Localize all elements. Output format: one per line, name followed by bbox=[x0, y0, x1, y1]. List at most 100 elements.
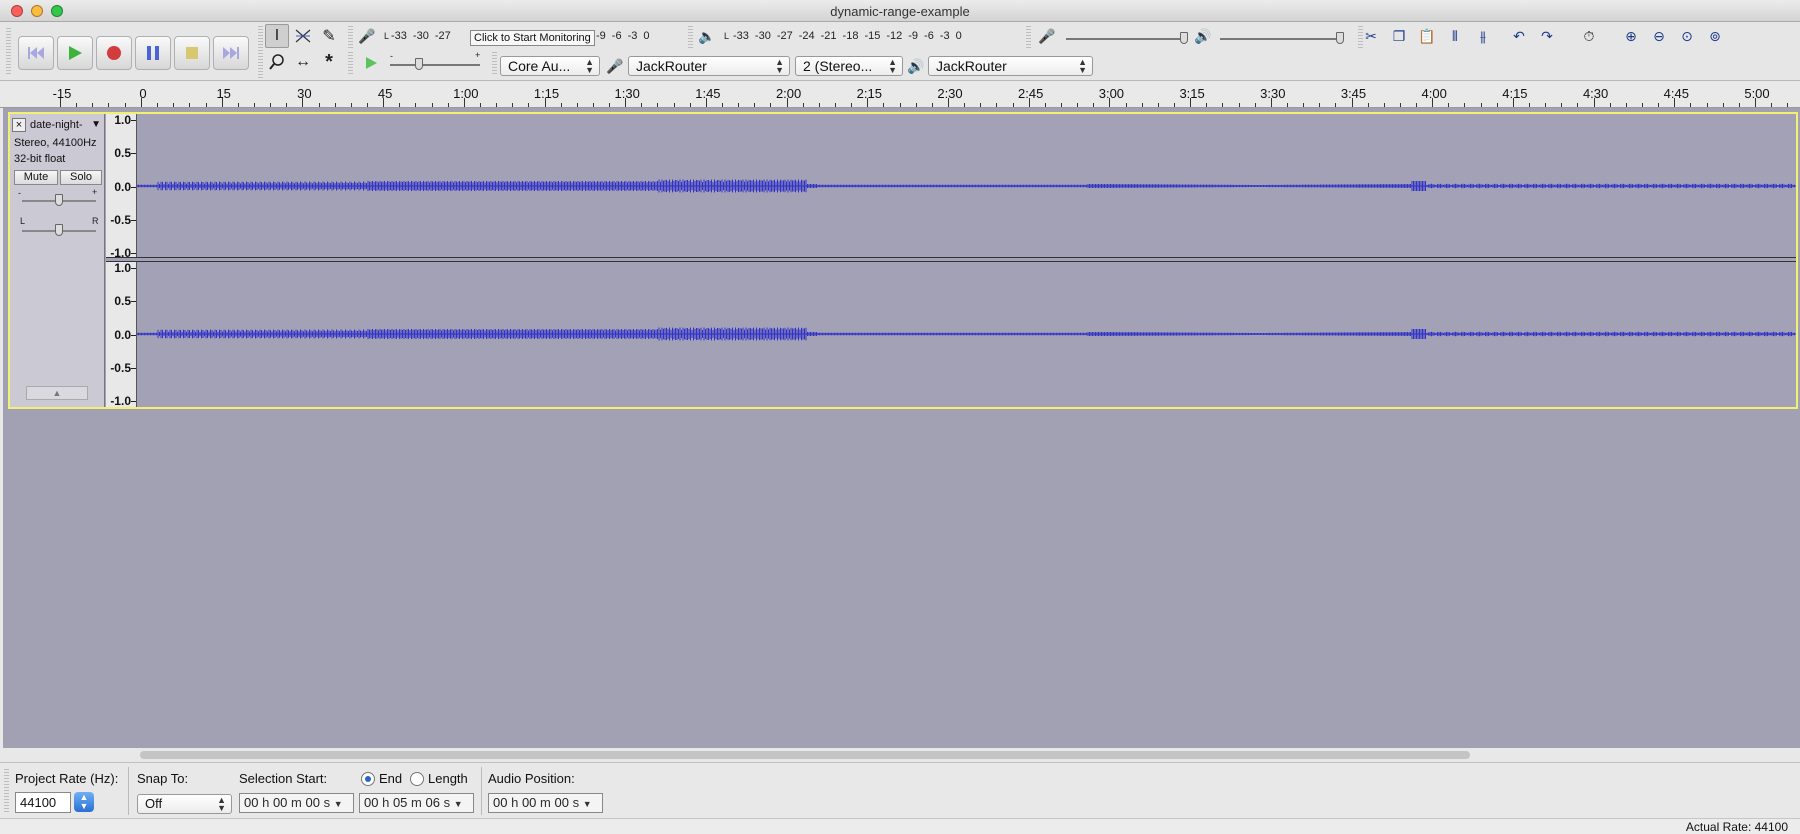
zoom-out-button[interactable]: ⊖ bbox=[1648, 25, 1670, 47]
output-volume-thumb[interactable] bbox=[1336, 32, 1344, 44]
output-device-select[interactable]: JackRouter ▲ ▼ bbox=[928, 56, 1093, 76]
zoom-out-icon: ⊖ bbox=[1653, 27, 1665, 44]
tools-grip[interactable] bbox=[258, 26, 263, 78]
mixer-grip[interactable] bbox=[1026, 26, 1031, 48]
gain-thumb[interactable] bbox=[55, 194, 63, 206]
copy-button[interactable]: ❐ bbox=[1388, 25, 1410, 47]
dropdown-triangle-icon[interactable]: ▼ bbox=[454, 799, 463, 809]
ruler-minor-tick bbox=[1561, 103, 1563, 107]
pencil-icon: ✎ bbox=[322, 28, 336, 45]
record-button[interactable] bbox=[96, 36, 132, 70]
seconds-value: 00 bbox=[554, 795, 569, 810]
ruler-minor-tick bbox=[1464, 103, 1466, 107]
record-meter[interactable]: L -33 -30 -27 bbox=[384, 26, 457, 46]
project-rate-stepper[interactable]: ▲ ▼ bbox=[74, 792, 94, 812]
speed-minus: - bbox=[390, 51, 393, 61]
ruler-minor-tick bbox=[270, 103, 272, 107]
ruler-minor-tick bbox=[1206, 103, 1208, 107]
meter-tick: -3 bbox=[627, 30, 638, 42]
ruler-minor-tick bbox=[496, 103, 498, 107]
zoom-in-button[interactable]: ⊕ bbox=[1620, 25, 1642, 47]
ruler-minor-tick bbox=[1399, 103, 1401, 107]
start-monitoring-tooltip[interactable]: Click to Start Monitoring bbox=[470, 30, 595, 46]
timeline-ruler[interactable]: -15 0 15 30 45 1:00 1:15 1:30 1:45 2:00 2:15 2:30 2:… bbox=[0, 81, 1800, 108]
play-speed-slider[interactable] bbox=[390, 64, 480, 66]
meter-tick: -33 bbox=[391, 30, 407, 42]
seconds-unit: s bbox=[323, 795, 331, 810]
skip-to-start-button[interactable] bbox=[18, 36, 54, 70]
minutes-unit: m bbox=[540, 795, 551, 810]
toolbar-grip[interactable] bbox=[6, 28, 11, 76]
mute-button[interactable]: Mute bbox=[14, 170, 58, 185]
input-channels-select[interactable]: 2 (Stereo... ▲ ▼ bbox=[795, 56, 903, 76]
track-name-menu[interactable]: date-night- bbox=[26, 119, 91, 131]
undo-button[interactable]: ↶ bbox=[1508, 25, 1530, 47]
ruler-minor-tick bbox=[1642, 103, 1644, 107]
audio-host-select[interactable]: Core Au... ▲ ▼ bbox=[500, 56, 600, 76]
selection-start-time[interactable]: 00 h 00 m 00 s ▼ bbox=[239, 793, 354, 813]
play-meter[interactable]: L -33 -30 -27 -24 -21 -18 -15 -12 -9 -6 … bbox=[724, 26, 968, 46]
end-radio[interactable] bbox=[361, 772, 375, 786]
meter-tick: -18 bbox=[842, 30, 859, 42]
input-device-select[interactable]: JackRouter ▲ ▼ bbox=[628, 56, 790, 76]
track-close-button[interactable]: × bbox=[12, 117, 26, 132]
record-meter-button[interactable]: 🎤 bbox=[356, 25, 378, 47]
play-button[interactable] bbox=[57, 36, 93, 70]
cut-button[interactable]: ✂ bbox=[1360, 25, 1382, 47]
skip-to-end-button[interactable] bbox=[213, 36, 249, 70]
track-collapse-button[interactable]: ▲ bbox=[26, 386, 88, 400]
ruler-minor-tick bbox=[1157, 103, 1159, 107]
undo-icon: ↶ bbox=[1513, 27, 1525, 44]
time-shift-tool[interactable]: ↔ bbox=[291, 50, 315, 74]
play-speed-grip[interactable] bbox=[348, 52, 353, 74]
input-volume-thumb[interactable] bbox=[1180, 32, 1188, 44]
dropdown-triangle-icon[interactable]: ▼ bbox=[583, 799, 592, 809]
horizontal-scrollbar[interactable] bbox=[140, 751, 1470, 759]
audio-position-time[interactable]: 00 h 00 m 00 s ▼ bbox=[488, 793, 603, 813]
project-rate-input[interactable]: 44100 bbox=[15, 792, 71, 813]
snap-to-select[interactable]: Off ▲ ▼ bbox=[137, 794, 232, 814]
fit-selection-button[interactable]: ⊙ bbox=[1676, 25, 1698, 47]
hours-value: 00 bbox=[244, 795, 259, 810]
track-workspace[interactable]: × date-night- ▼ Stereo, 44100Hz 32-bit f… bbox=[3, 108, 1800, 748]
fit-project-icon: ⊚ bbox=[1709, 27, 1721, 44]
meter-grip[interactable] bbox=[348, 26, 353, 48]
selection-end-time[interactable]: 00 h 05 m 06 s ▼ bbox=[359, 793, 474, 813]
asterisk-icon: * bbox=[325, 50, 333, 73]
ruler-label: 2:30 bbox=[937, 86, 963, 101]
play-meter-grip[interactable] bbox=[688, 26, 693, 48]
redo-button[interactable]: ↷ bbox=[1536, 25, 1558, 47]
pause-button[interactable] bbox=[135, 36, 171, 70]
paste-button[interactable]: 📋 bbox=[1416, 25, 1438, 47]
zoom-tool[interactable] bbox=[265, 50, 289, 74]
silence-button[interactable]: ⫵ bbox=[1472, 25, 1494, 47]
play-speed-thumb[interactable] bbox=[415, 58, 423, 70]
length-label: Length bbox=[428, 771, 468, 786]
audio-track[interactable]: × date-night- ▼ Stereo, 44100Hz 32-bit f… bbox=[8, 112, 1798, 409]
output-volume-slider[interactable] bbox=[1220, 38, 1342, 40]
dropdown-triangle-icon[interactable]: ▼ bbox=[91, 119, 101, 130]
play-at-speed-button[interactable] bbox=[360, 52, 382, 74]
fit-project-button[interactable]: ⊚ bbox=[1704, 25, 1726, 47]
length-radio[interactable] bbox=[410, 772, 424, 786]
trim-button[interactable]: ⫴ bbox=[1444, 25, 1466, 47]
selection-grip[interactable] bbox=[4, 769, 9, 813]
pan-thumb[interactable] bbox=[55, 224, 63, 236]
multi-tool[interactable]: * bbox=[317, 50, 341, 74]
envelope-icon bbox=[295, 29, 311, 43]
waveform-display[interactable] bbox=[137, 114, 1796, 407]
ruler-minor-tick bbox=[1771, 103, 1773, 107]
device-grip[interactable] bbox=[492, 52, 497, 74]
dropdown-triangle-icon[interactable]: ▼ bbox=[334, 799, 343, 809]
ruler-minor-tick bbox=[1690, 103, 1692, 107]
play-meter-button[interactable]: 🔈 bbox=[696, 25, 718, 47]
draw-tool[interactable]: ✎ bbox=[317, 24, 341, 48]
envelope-tool[interactable] bbox=[291, 24, 315, 48]
ruler-major-tick bbox=[867, 98, 869, 107]
ruler-minor-tick bbox=[722, 103, 724, 107]
sync-lock-button[interactable]: ⏱ bbox=[1578, 25, 1600, 47]
stop-button[interactable] bbox=[174, 36, 210, 70]
solo-button[interactable]: Solo bbox=[60, 170, 102, 185]
selection-tool[interactable]: I bbox=[265, 24, 289, 48]
input-volume-slider[interactable] bbox=[1066, 38, 1188, 40]
